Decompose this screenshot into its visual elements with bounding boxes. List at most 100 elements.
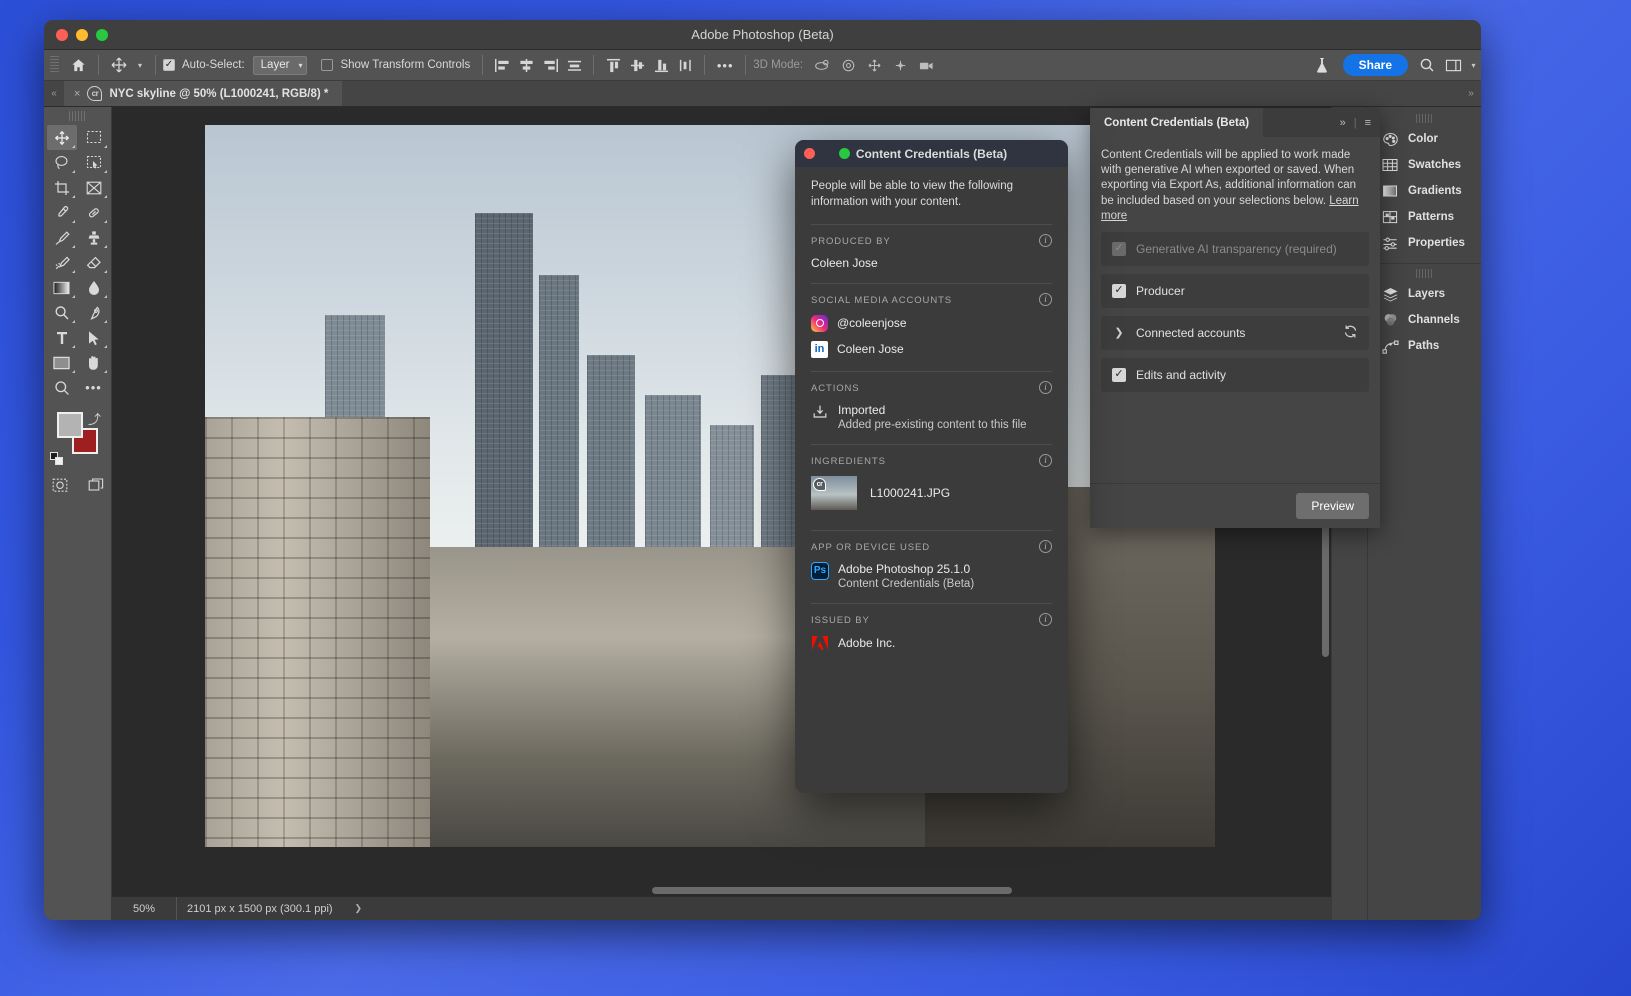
default-colors-icon[interactable] xyxy=(50,452,63,465)
tab-scroll-right-icon[interactable]: » xyxy=(1461,81,1481,106)
beta-flask-icon[interactable] xyxy=(1309,53,1335,77)
sidebar-item-color[interactable]: Color xyxy=(1368,126,1481,152)
distribute-vertical-icon[interactable] xyxy=(673,54,697,76)
object-selection-tool[interactable] xyxy=(79,150,109,175)
option-connected-accounts[interactable]: ❯ Connected accounts xyxy=(1101,315,1369,350)
3d-slide-icon[interactable] xyxy=(887,53,913,77)
rectangular-marquee-tool[interactable] xyxy=(79,125,109,150)
spot-healing-brush-tool[interactable] xyxy=(79,200,109,225)
rectangle-tool[interactable] xyxy=(47,350,77,375)
close-icon[interactable]: × xyxy=(74,88,80,100)
maximize-button[interactable] xyxy=(96,28,108,41)
checkbox-producer[interactable]: ✓ xyxy=(1112,283,1126,298)
workspace-chevron-icon[interactable]: ▾ xyxy=(1466,53,1481,77)
window-title: Adobe Photoshop (Beta) xyxy=(691,27,834,42)
share-button[interactable]: Share xyxy=(1342,54,1408,76)
sidebar-item-gradients[interactable]: Gradients xyxy=(1368,178,1481,204)
info-icon[interactable]: i xyxy=(1039,612,1052,626)
sidebar-item-patterns[interactable]: Patterns xyxy=(1368,204,1481,230)
checkbox-edits-and-activity[interactable]: ✓ xyxy=(1112,367,1126,382)
frame-tool[interactable] xyxy=(79,175,109,200)
align-vertical-centers-icon[interactable] xyxy=(625,54,649,76)
distribute-horizontal-icon[interactable] xyxy=(562,54,586,76)
canvas-horizontal-scrollbar[interactable] xyxy=(112,884,1331,896)
refresh-icon[interactable] xyxy=(1343,324,1358,342)
more-align-options-button[interactable]: ••• xyxy=(712,53,738,77)
swap-colors-icon[interactable]: ⤴ xyxy=(88,409,101,428)
panel-menu-icon[interactable]: ≡ xyxy=(1365,117,1371,129)
preview-button[interactable]: Preview xyxy=(1296,493,1369,519)
align-horizontal-centers-icon[interactable] xyxy=(514,54,538,76)
eyedropper-tool[interactable] xyxy=(47,200,77,225)
screen-mode-toggle[interactable] xyxy=(81,473,111,498)
panel-group-grip[interactable] xyxy=(1415,269,1434,278)
auto-select-scope-dropdown[interactable]: Layer ▾ xyxy=(252,55,308,75)
tab-scroll-left-icon[interactable]: « xyxy=(44,81,64,106)
info-icon[interactable]: i xyxy=(1039,292,1052,306)
auto-select-checkbox[interactable]: ✓ xyxy=(163,59,175,71)
info-icon[interactable]: i xyxy=(1039,233,1052,247)
align-left-edges-icon[interactable] xyxy=(490,54,514,76)
align-bottom-edges-icon[interactable] xyxy=(649,54,673,76)
workspace-switcher-icon[interactable] xyxy=(1440,53,1466,77)
foreground-color-swatch[interactable] xyxy=(57,412,83,438)
options-bar-grip[interactable] xyxy=(50,56,59,74)
social-account-instagram[interactable]: @coleenjose xyxy=(811,314,1052,332)
align-right-edges-icon[interactable] xyxy=(538,54,562,76)
chevron-right-icon[interactable]: ❯ xyxy=(355,903,363,914)
brush-tool[interactable] xyxy=(47,225,77,250)
home-icon[interactable] xyxy=(65,53,91,77)
tools-panel-grip[interactable] xyxy=(68,111,87,121)
sidebar-item-label: Properties xyxy=(1408,237,1465,249)
collapse-panel-icon[interactable]: » xyxy=(1340,117,1346,129)
channels-icon xyxy=(1381,311,1399,329)
search-icon[interactable] xyxy=(1414,53,1440,77)
sidebar-item-paths[interactable]: Paths xyxy=(1368,333,1481,359)
pen-tool[interactable] xyxy=(79,300,109,325)
panel-group-color: Color Swatches Gradients Patterns Proper… xyxy=(1368,109,1481,264)
info-icon[interactable]: i xyxy=(1039,539,1052,553)
document-dimensions[interactable]: 2101 px x 1500 px (300.1 ppi) ❯ xyxy=(176,897,372,920)
dodge-tool[interactable] xyxy=(47,300,77,325)
social-account-linkedin[interactable]: in Coleen Jose xyxy=(811,340,1052,358)
3d-roll-icon[interactable] xyxy=(835,53,861,77)
panel-group-grip[interactable] xyxy=(1415,114,1434,123)
move-tool-icon[interactable] xyxy=(106,53,132,77)
hand-tool[interactable] xyxy=(79,350,109,375)
sidebar-item-layers[interactable]: Layers xyxy=(1368,281,1481,307)
sidebar-item-channels[interactable]: Channels xyxy=(1368,307,1481,333)
3d-camera-icon[interactable] xyxy=(913,53,939,77)
align-top-edges-icon[interactable] xyxy=(601,54,625,76)
show-transform-controls-checkbox[interactable]: ✓ xyxy=(321,59,334,71)
path-selection-tool[interactable] xyxy=(79,325,109,350)
minimize-button[interactable] xyxy=(76,28,88,41)
sidebar-item-swatches[interactable]: Swatches xyxy=(1368,152,1481,178)
chevron-right-icon[interactable]: ❯ xyxy=(1112,326,1126,339)
info-icon[interactable]: i xyxy=(1039,453,1052,467)
ingredient-thumbnail: cr xyxy=(811,475,857,510)
option-edits-and-activity[interactable]: ✓ Edits and activity xyxy=(1101,357,1369,392)
info-icon[interactable]: i xyxy=(1039,380,1052,394)
3d-pan-icon[interactable] xyxy=(861,53,887,77)
sidebar-item-properties[interactable]: Properties xyxy=(1368,230,1481,256)
blur-tool[interactable] xyxy=(79,275,109,300)
3d-orbit-icon[interactable] xyxy=(809,53,835,77)
clone-stamp-tool[interactable] xyxy=(79,225,109,250)
history-brush-tool[interactable] xyxy=(47,250,77,275)
move-tool[interactable] xyxy=(46,125,77,150)
zoom-tool[interactable] xyxy=(47,375,77,400)
type-tool[interactable] xyxy=(47,325,77,350)
option-producer[interactable]: ✓ Producer xyxy=(1101,273,1369,308)
crop-tool[interactable] xyxy=(47,175,77,200)
zoom-level[interactable]: 50% xyxy=(112,903,176,915)
gradient-tool[interactable] xyxy=(47,275,77,300)
edit-toolbar-button[interactable]: ••• xyxy=(79,375,109,400)
lasso-tool[interactable] xyxy=(47,150,77,175)
quick-mask-toggle[interactable] xyxy=(45,473,75,498)
ingredient-item[interactable]: cr L1000241.JPG xyxy=(811,475,1052,510)
document-tab[interactable]: × cr NYC skyline @ 50% (L1000241, RGB/8)… xyxy=(64,81,343,106)
tab-content-credentials[interactable]: Content Credentials (Beta) xyxy=(1090,108,1264,137)
close-button[interactable] xyxy=(56,28,68,41)
eraser-tool[interactable] xyxy=(79,250,109,275)
move-tool-presets-chevron-icon[interactable]: ▾ xyxy=(132,53,148,77)
